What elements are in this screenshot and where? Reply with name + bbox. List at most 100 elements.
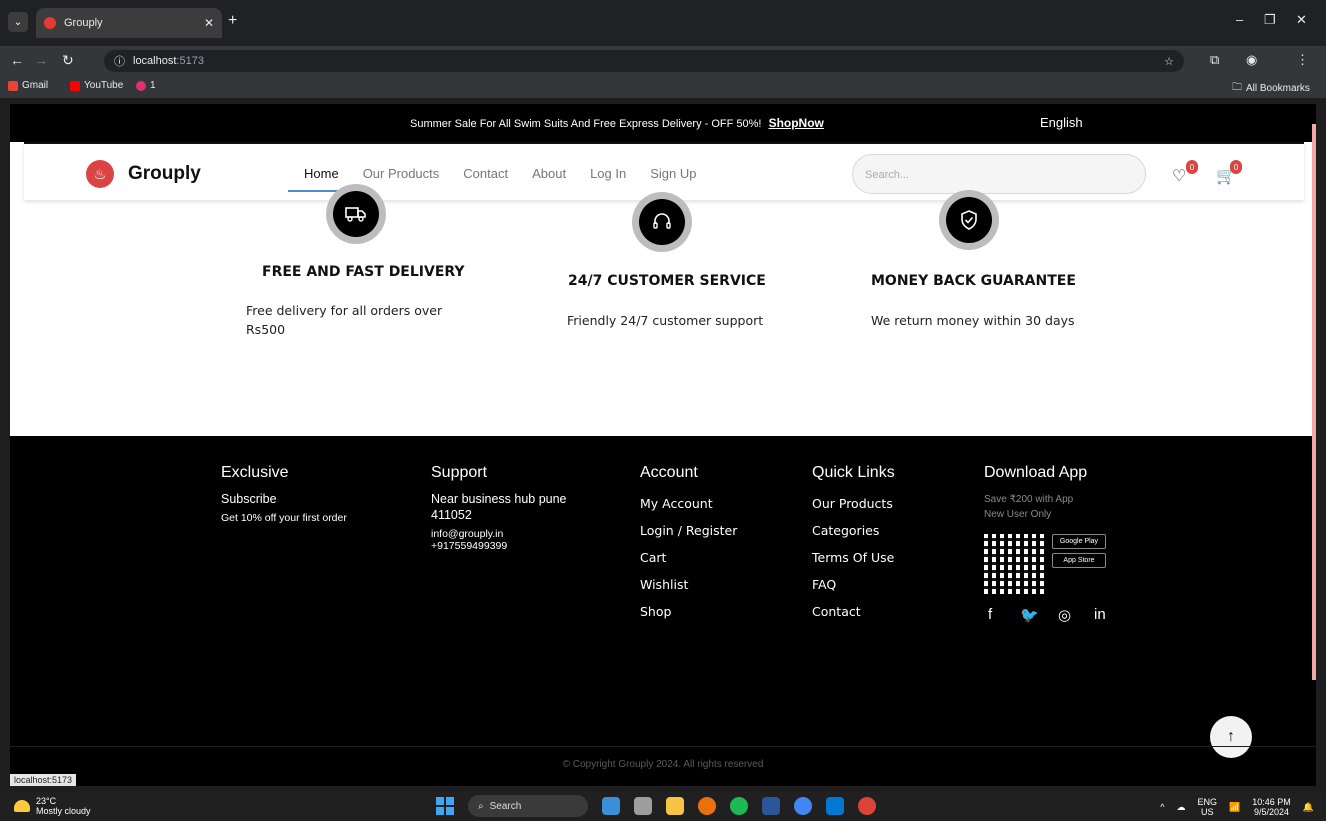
nav-our-products[interactable]: Our Products — [363, 166, 440, 181]
widgets-icon[interactable] — [602, 797, 620, 815]
footer-link-my-account[interactable]: My Account — [640, 496, 737, 511]
notification-icon[interactable]: 🔔 — [1303, 802, 1314, 813]
support-email[interactable]: info@grouply.in — [431, 528, 567, 540]
footer-link-terms[interactable]: Terms Of Use — [812, 550, 895, 565]
back-icon[interactable]: ← — [10, 52, 24, 68]
reload-icon[interactable]: ↻ — [62, 52, 74, 69]
system-tray: ^ ☁ ENG US 📶 10:46 PM 9/5/2024 🔔 — [1160, 797, 1314, 817]
service-desc-support: Friendly 24/7 customer support — [567, 313, 764, 328]
footer-col-support: Support Near business hub pune 411052 in… — [431, 464, 567, 552]
nav-about[interactable]: About — [532, 166, 566, 181]
new-tab-icon[interactable]: + — [228, 12, 237, 30]
twitter-icon[interactable]: 🐦 — [1020, 606, 1039, 624]
app-store-button[interactable]: App Store — [1052, 553, 1106, 568]
restore-icon[interactable]: ❐ — [1264, 12, 1276, 28]
shield-check-icon — [946, 197, 992, 243]
all-bookmarks[interactable]: 🗀 All Bookmarks — [1232, 80, 1310, 97]
instagram-icon — [136, 80, 146, 91]
app-save-text: Save ₹200 with App — [984, 494, 1074, 505]
chrome-profile-icon[interactable] — [794, 797, 812, 815]
weather-temp: 23°C — [36, 796, 57, 806]
weather-desc: Mostly cloudy — [36, 806, 91, 816]
bookmark-gmail[interactable]: Gmail — [8, 80, 48, 91]
nav-sign-up[interactable]: Sign Up — [650, 166, 696, 181]
file-explorer-icon[interactable] — [666, 797, 684, 815]
footer-link-shop[interactable]: Shop — [640, 604, 737, 619]
windows-start-icon[interactable] — [436, 797, 454, 815]
profile-avatar-icon[interactable]: ◉ — [1246, 52, 1257, 68]
service-title-delivery: FREE AND FAST DELIVERY — [262, 264, 465, 280]
status-url: localhost:5173 — [10, 774, 77, 786]
chrome-alt-icon[interactable] — [858, 797, 876, 815]
cart-badge: 0 — [1230, 160, 1242, 174]
bookmark-instagram[interactable]: 1 — [136, 80, 156, 91]
delivery-truck-icon — [333, 191, 379, 237]
bookmark-star-icon[interactable]: ☆ — [1164, 55, 1174, 68]
page-scrollbar[interactable] — [1312, 124, 1316, 680]
qr-code-icon — [984, 534, 1044, 594]
copyright-text: © Copyright Grouply 2024. All rights res… — [10, 746, 1316, 770]
chrome-icon[interactable] — [698, 797, 716, 815]
url-input[interactable]: ⓘ localhost:5173 ☆ — [104, 50, 1184, 72]
brand-name[interactable]: Grouply — [128, 163, 201, 185]
wifi-icon[interactable]: 📶 — [1229, 802, 1240, 813]
facebook-icon[interactable]: f — [988, 606, 992, 623]
cart-icon[interactable]: 🛒 0 — [1216, 160, 1242, 186]
weather-widget[interactable]: 23°C Mostly cloudy — [14, 796, 91, 816]
site-info-icon[interactable]: ⓘ — [114, 53, 125, 69]
google-play-button[interactable]: Google Play — [1052, 534, 1106, 549]
browser-tab[interactable]: Grouply ✕ — [36, 8, 222, 38]
bookmark-label: Gmail — [22, 80, 49, 91]
wishlist-heart-icon[interactable]: ♡ 0 — [1172, 160, 1198, 186]
extensions-icon[interactable]: ⧉ — [1210, 52, 1219, 68]
minimize-icon[interactable]: – — [1236, 12, 1243, 27]
nav-home[interactable]: Home — [288, 166, 355, 192]
service-desc-guarantee: We return money within 30 days — [871, 313, 1075, 328]
footer-link-wishlist[interactable]: Wishlist — [640, 577, 737, 592]
vscode-icon[interactable] — [826, 797, 844, 815]
browser-menu-icon[interactable]: ⋮ — [1296, 52, 1309, 68]
footer-link-contact[interactable]: Contact — [812, 604, 895, 619]
cloud-icon[interactable]: ☁ — [1177, 802, 1186, 813]
forward-icon[interactable]: → — [34, 52, 48, 68]
task-view-icon[interactable] — [634, 797, 652, 815]
close-tab-icon[interactable]: ✕ — [204, 16, 214, 30]
support-phone[interactable]: +917559499399 — [431, 540, 567, 552]
os-taskbar: 23°C Mostly cloudy ⌕ Search ^ ☁ ENG US 📶… — [0, 792, 1326, 821]
word-icon[interactable] — [762, 797, 780, 815]
footer-link-login-register[interactable]: Login / Register — [640, 523, 737, 538]
url-host: localhost — [133, 55, 177, 67]
bookmark-youtube[interactable]: YouTube — [70, 80, 123, 91]
promo-text: Summer Sale For All Swim Suits And Free … — [410, 118, 762, 130]
close-window-icon[interactable]: ✕ — [1296, 12, 1307, 28]
bookmark-label: 1 — [150, 80, 156, 91]
bookmarks-bar: Gmail YouTube 1 🗀 All Bookmarks — [0, 76, 1326, 98]
bookmark-label: YouTube — [84, 80, 124, 91]
language-select[interactable]: English — [1040, 115, 1083, 130]
clock[interactable]: 10:46 PM 9/5/2024 — [1252, 797, 1291, 817]
language-indicator[interactable]: ENG US — [1198, 797, 1218, 817]
nav-contact[interactable]: Contact — [463, 166, 508, 181]
footer-col-quick-links: Quick Links Our Products Categories Term… — [812, 464, 895, 631]
footer-link-our-products[interactable]: Our Products — [812, 496, 895, 511]
taskbar-search[interactable]: ⌕ Search — [468, 795, 588, 817]
footer-link-categories[interactable]: Categories — [812, 523, 895, 538]
spotify-icon[interactable] — [730, 797, 748, 815]
instagram-icon[interactable]: ◎ — [1058, 606, 1071, 624]
url-port: :5173 — [176, 55, 204, 67]
search-input[interactable]: Search... — [852, 154, 1146, 194]
lang-bottom: US — [1201, 807, 1214, 817]
nav-log-in[interactable]: Log In — [590, 166, 626, 181]
footer-heading: Account — [640, 464, 698, 481]
footer-link-faq[interactable]: FAQ — [812, 577, 895, 592]
tray-overflow-icon[interactable]: ^ — [1160, 802, 1164, 812]
support-address-line2: 411052 — [431, 508, 472, 522]
linkedin-icon[interactable]: in — [1094, 606, 1106, 623]
shop-now-link[interactable]: ShopNow — [769, 116, 824, 130]
tab-search-menu-icon[interactable]: ⌄ — [8, 12, 28, 32]
service-desc-delivery: Free delivery for all orders over Rs500 — [246, 303, 443, 337]
footer-link-cart[interactable]: Cart — [640, 550, 737, 565]
favicon-icon — [44, 17, 56, 29]
brand-logo-icon[interactable]: ♨ — [86, 160, 114, 188]
search-icon: ⌕ — [478, 800, 484, 812]
